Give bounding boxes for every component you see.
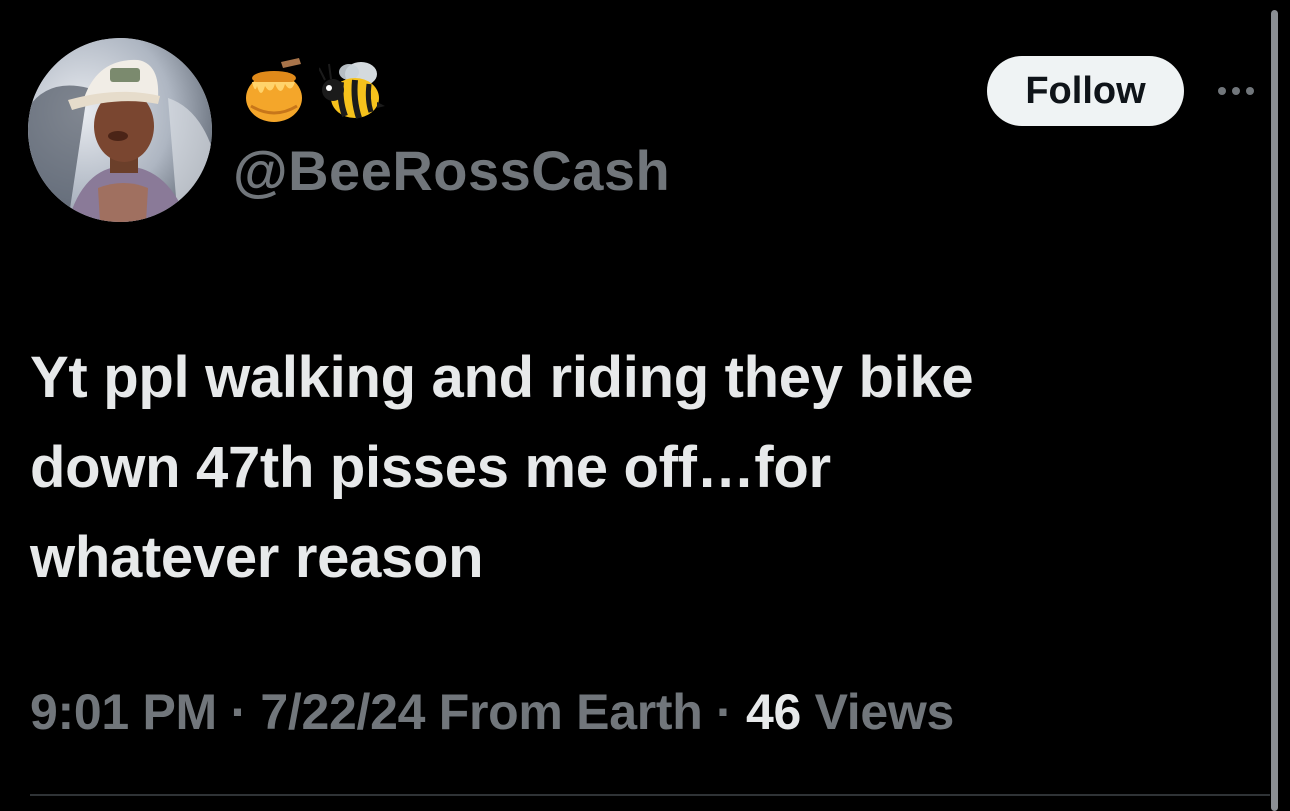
more-dot [1246,87,1254,95]
avatar[interactable] [28,38,212,222]
tweet-date[interactable]: 7/22/24 [260,684,425,740]
tweet-screen: @BeeRossCash Follow Yt ppl walking and r… [0,0,1290,811]
display-name[interactable] [243,56,385,126]
tweet-line: Yt ppl walking and riding they bike [30,345,974,410]
profile-photo [28,38,212,222]
follow-button[interactable]: Follow [987,56,1184,126]
tweet-metadata: 9:01 PM · 7/22/24 From Earth · 46 Views [30,683,954,741]
tweet-line: whatever reason [30,525,484,590]
tweet-time[interactable]: 9:01 PM [30,684,217,740]
honey-pot-icon [246,58,302,122]
bee-icon [319,62,385,119]
more-dot [1218,87,1226,95]
views-count: 46 [746,684,802,740]
more-dot [1232,87,1240,95]
scrollbar[interactable] [1271,10,1278,811]
meta-separator: · [230,684,247,740]
user-handle[interactable]: @BeeRossCash [233,138,670,203]
divider [30,794,1270,796]
tweet-line: down 47th pisses me off…for [30,435,831,500]
meta-separator: · [716,684,733,740]
tweet-text: Yt ppl walking and riding they bike down… [30,333,1210,603]
tweet-location: From Earth [438,684,703,740]
views-label: Views [814,684,955,740]
more-options-icon[interactable] [1208,74,1264,108]
